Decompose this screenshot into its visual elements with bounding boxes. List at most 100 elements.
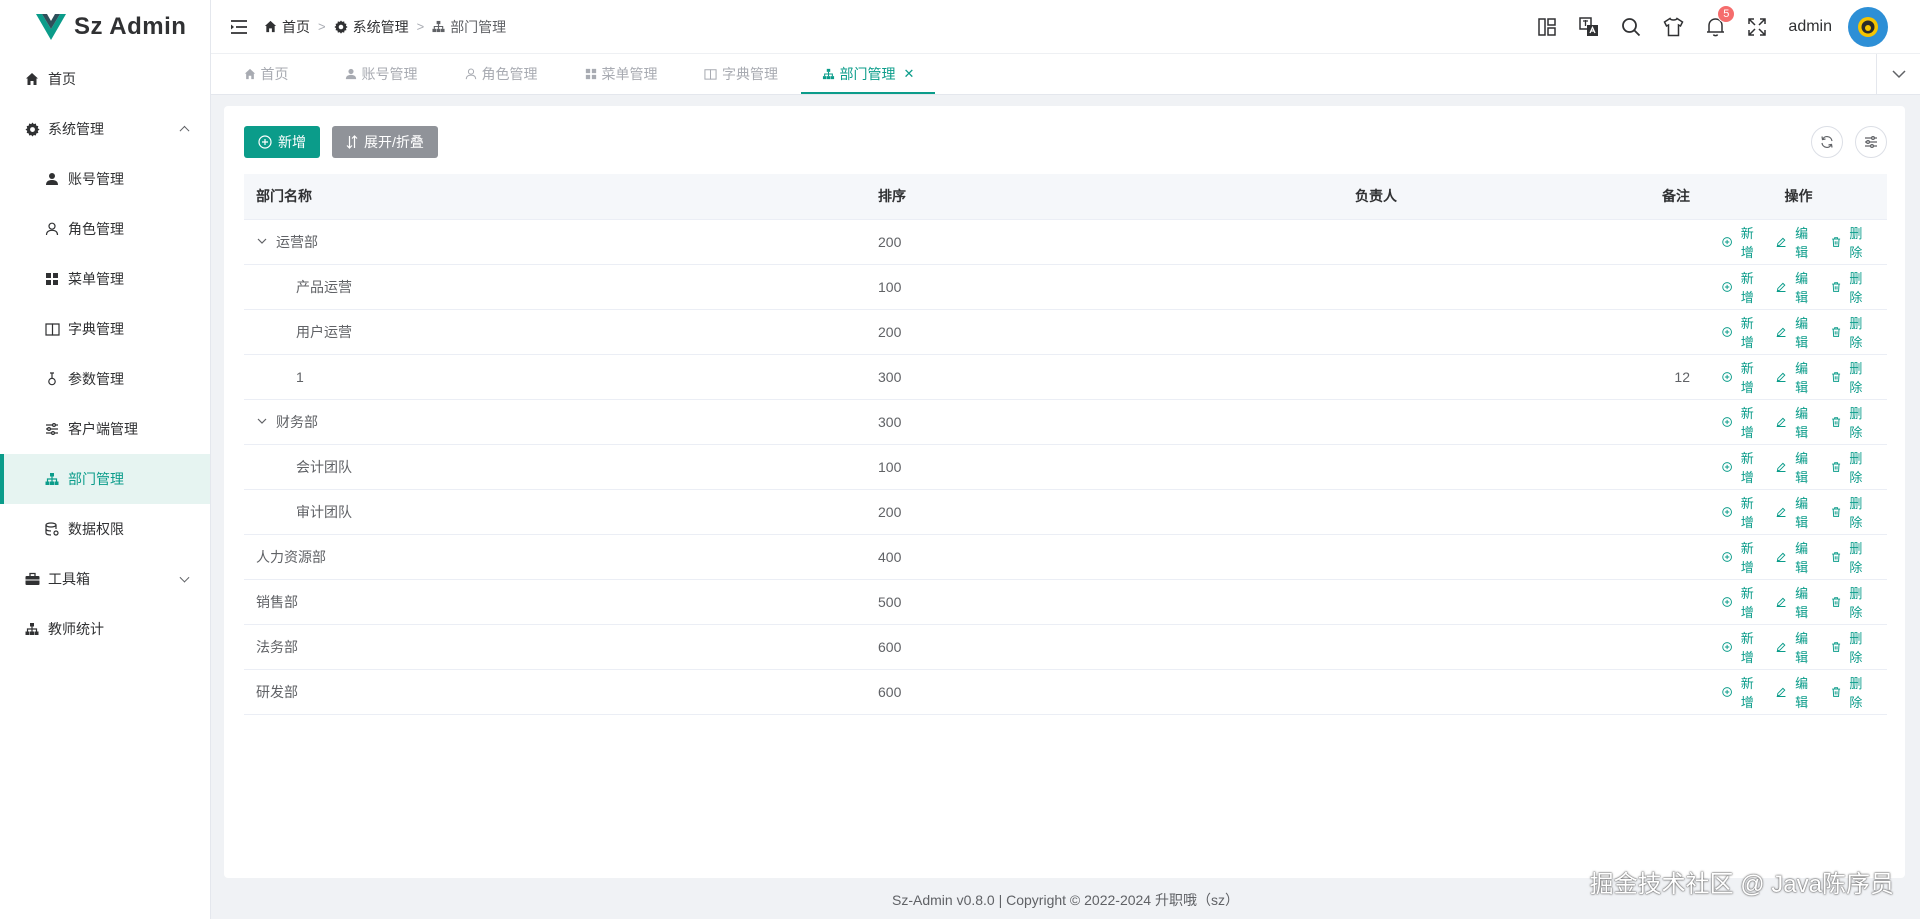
tree-toggle-icon[interactable] bbox=[256, 416, 268, 428]
expand-collapse-button[interactable]: 展开/折叠 bbox=[332, 126, 438, 158]
row-edit-button[interactable]: 编辑 bbox=[1776, 673, 1812, 711]
cell-note bbox=[1546, 444, 1710, 490]
app-logo[interactable]: Sz Admin bbox=[0, 0, 210, 54]
add-button[interactable]: 新增 bbox=[244, 126, 320, 158]
sidebar-item-label: 参数管理 bbox=[68, 371, 124, 387]
row-delete-button[interactable]: 删除 bbox=[1831, 493, 1867, 531]
tab-more-button[interactable] bbox=[1876, 54, 1920, 94]
sidebar-item-toolbox[interactable]: 工具箱 bbox=[0, 554, 210, 604]
row-delete-button[interactable]: 删除 bbox=[1831, 313, 1867, 351]
sidebar-item-clients[interactable]: 客户端管理 bbox=[0, 404, 210, 454]
row-edit-button[interactable]: 编辑 bbox=[1776, 358, 1812, 396]
row-actions: 新增 编辑 删除 bbox=[1722, 403, 1875, 441]
row-add-button[interactable]: 新增 bbox=[1722, 673, 1758, 711]
row-edit-button[interactable]: 编辑 bbox=[1776, 268, 1812, 306]
row-actions: 新增 编辑 删除 bbox=[1722, 268, 1875, 306]
row-add-button[interactable]: 新增 bbox=[1722, 223, 1758, 261]
menu-fold-icon bbox=[231, 19, 247, 34]
tab-menus[interactable]: 菜单管理 bbox=[561, 54, 681, 94]
op-label: 编辑 bbox=[1795, 540, 1809, 575]
department-name: 审计团队 bbox=[296, 503, 352, 520]
search-button[interactable] bbox=[1620, 16, 1642, 38]
avatar[interactable] bbox=[1848, 6, 1888, 47]
notifications-button[interactable]: 5 bbox=[1704, 4, 1736, 38]
row-delete-button[interactable]: 删除 bbox=[1831, 628, 1867, 666]
sidebar-item-accounts[interactable]: 账号管理 bbox=[0, 154, 210, 204]
breadcrumb-item-home[interactable]: 首页 bbox=[264, 17, 310, 37]
sidebar-item-parameters[interactable]: 参数管理 bbox=[0, 354, 210, 404]
sidebar-item-home[interactable]: 首页 bbox=[0, 54, 210, 104]
parameter-icon bbox=[44, 371, 60, 387]
sidebar-item-roles[interactable]: 角色管理 bbox=[0, 204, 210, 254]
collapse-menu-button[interactable] bbox=[228, 16, 250, 38]
edit-icon bbox=[1777, 417, 1786, 427]
breadcrumb-item-system[interactable]: 系统管理 bbox=[334, 17, 409, 37]
row-edit-button[interactable]: 编辑 bbox=[1776, 493, 1812, 531]
row-delete-button[interactable]: 删除 bbox=[1831, 223, 1867, 261]
row-add-button[interactable]: 新增 bbox=[1722, 628, 1758, 666]
column-header-name: 部门名称 bbox=[244, 174, 866, 220]
tab-roles[interactable]: 角色管理 bbox=[441, 54, 561, 94]
tab-accounts[interactable]: 账号管理 bbox=[321, 54, 441, 94]
column-settings-button[interactable] bbox=[1855, 126, 1887, 158]
row-delete-button[interactable]: 删除 bbox=[1831, 268, 1867, 306]
fullscreen-button[interactable] bbox=[1746, 16, 1768, 38]
row-add-button[interactable]: 新增 bbox=[1722, 448, 1758, 486]
row-delete-button[interactable]: 删除 bbox=[1831, 583, 1867, 621]
tab-departments[interactable]: 部门管理 ✕ bbox=[801, 54, 935, 94]
theme-button[interactable] bbox=[1662, 16, 1684, 38]
table-row: 运营部 200 新增 编辑 删除 bbox=[244, 219, 1887, 265]
table-row: 1 300 12 新增 编辑 删除 bbox=[244, 354, 1887, 400]
sidebar-item-label: 部门管理 bbox=[68, 471, 124, 487]
row-delete-button[interactable]: 删除 bbox=[1831, 358, 1867, 396]
trash-icon bbox=[1831, 326, 1840, 337]
row-delete-button[interactable]: 删除 bbox=[1831, 448, 1867, 486]
name-cell-wrap: 产品运营 bbox=[256, 277, 854, 297]
tab-label: 部门管理 bbox=[839, 66, 896, 82]
sidebar-item-departments[interactable]: 部门管理 bbox=[0, 454, 210, 504]
row-delete-button[interactable]: 删除 bbox=[1831, 673, 1867, 711]
row-edit-button[interactable]: 编辑 bbox=[1776, 448, 1812, 486]
tab-home[interactable]: 首页 bbox=[211, 54, 321, 94]
row-edit-button[interactable]: 编辑 bbox=[1776, 313, 1812, 351]
row-add-button[interactable]: 新增 bbox=[1722, 358, 1758, 396]
op-label: 删除 bbox=[1849, 270, 1863, 305]
language-button[interactable] bbox=[1578, 16, 1600, 38]
sidebar-item-dictionary[interactable]: 字典管理 bbox=[0, 304, 210, 354]
op-label: 新增 bbox=[1740, 270, 1754, 305]
row-add-button[interactable]: 新增 bbox=[1722, 313, 1758, 351]
op-label: 删除 bbox=[1849, 585, 1863, 620]
plus-circle-icon bbox=[1722, 551, 1732, 562]
edit-icon bbox=[1777, 597, 1786, 607]
close-icon[interactable]: ✕ bbox=[904, 66, 915, 82]
sidebar-item-label: 首页 bbox=[48, 71, 76, 87]
layout-button[interactable] bbox=[1536, 16, 1558, 38]
sidebar-item-teacher-stats[interactable]: 教师统计 bbox=[0, 604, 210, 654]
row-edit-button[interactable]: 编辑 bbox=[1776, 403, 1812, 441]
row-add-button[interactable]: 新增 bbox=[1722, 493, 1758, 531]
row-edit-button[interactable]: 编辑 bbox=[1776, 223, 1812, 261]
row-add-button[interactable]: 新增 bbox=[1722, 403, 1758, 441]
tab-dictionary[interactable]: 字典管理 bbox=[681, 54, 801, 94]
row-add-button[interactable]: 新增 bbox=[1722, 538, 1758, 576]
sidebar-item-menus[interactable]: 菜单管理 bbox=[0, 254, 210, 304]
sidebar-item-data-permissions[interactable]: 数据权限 bbox=[0, 504, 210, 554]
sidebar-item-system[interactable]: 系统管理 bbox=[0, 104, 210, 154]
row-edit-button[interactable]: 编辑 bbox=[1776, 628, 1812, 666]
row-delete-button[interactable]: 删除 bbox=[1831, 403, 1867, 441]
sidebar-item-label: 菜单管理 bbox=[68, 271, 124, 287]
row-edit-button[interactable]: 编辑 bbox=[1776, 583, 1812, 621]
row-add-button[interactable]: 新增 bbox=[1722, 268, 1758, 306]
row-edit-button[interactable]: 编辑 bbox=[1776, 538, 1812, 576]
row-add-button[interactable]: 新增 bbox=[1722, 583, 1758, 621]
row-delete-button[interactable]: 删除 bbox=[1831, 538, 1867, 576]
row-actions: 新增 编辑 删除 bbox=[1722, 673, 1875, 711]
username[interactable]: admin bbox=[1788, 18, 1832, 36]
cell-note bbox=[1546, 309, 1710, 355]
tree-toggle-icon[interactable] bbox=[256, 236, 268, 248]
refresh-button[interactable] bbox=[1811, 126, 1843, 158]
department-table: 部门名称 排序 负责人 备注 操作 运营部 200 新增 编辑 删除 产品运营 100 新增编… bbox=[244, 174, 1887, 715]
cell-name: 法务部 bbox=[244, 624, 866, 670]
op-label: 删除 bbox=[1849, 405, 1863, 440]
op-label: 编辑 bbox=[1795, 315, 1809, 350]
